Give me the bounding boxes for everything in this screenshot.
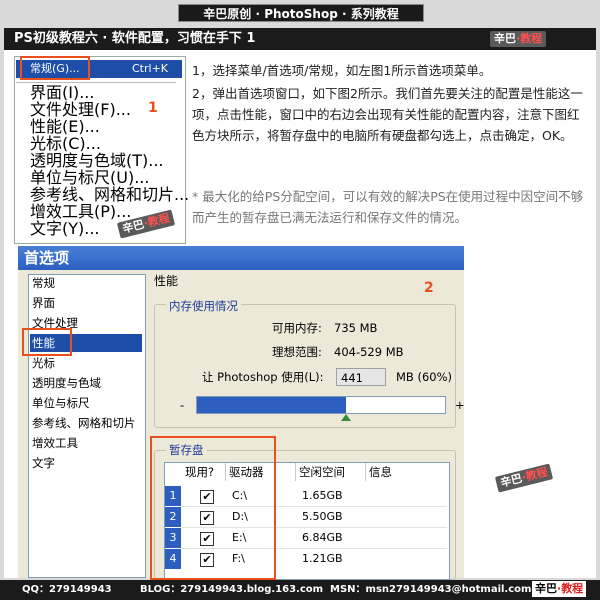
watermark-logo: 辛巴·教程 (490, 31, 547, 47)
memory-use-input[interactable]: 441 (336, 368, 386, 386)
column-header-info[interactable]: 信息 (366, 463, 446, 481)
available-ram-value: 735 MB (334, 321, 378, 335)
instruction-step-1: 1，选择菜单/首选项/常规，如左图1所示首选项菜单。 (192, 63, 492, 78)
footer-qq: QQ：279149943 (22, 584, 112, 595)
sidebar-item-plugins[interactable]: 增效工具 (32, 434, 78, 452)
menu-item[interactable]: 性能(E)... (30, 119, 100, 135)
menu-item[interactable]: 参考线、网格和切片... (30, 187, 189, 203)
sidebar-item-units[interactable]: 单位与标尺 (32, 394, 90, 412)
sidebar-item-type[interactable]: 文字 (32, 454, 55, 472)
free-space: 1.65GB (302, 489, 343, 502)
instruction-step-2: 2，弹出首选项窗口，如下图2所示。我们首先要关注的配置是性能这一项，点击性能，窗… (192, 86, 583, 143)
page-heading: PS初级教程六 · 软件配置，习惯在手下 1 (14, 31, 256, 46)
slider-plus: + (455, 398, 465, 412)
step-marker-2: 2 (424, 280, 434, 296)
menu-item[interactable]: 增效工具(P)... (30, 204, 131, 220)
instruction-note: * 最大化的给PS分配空间，可以有效的解决PS在使用过程中因空间不够而产生的暂存… (192, 189, 584, 225)
top-title: 辛巴原创 · PhotoShop · 系列教程 (178, 4, 424, 22)
highlight-box (20, 56, 90, 80)
memory-use-label: 让 Photoshop 使用(L): (202, 370, 324, 384)
menu-item[interactable]: 文字(Y)... (30, 221, 100, 237)
menu-item[interactable]: 单位与标尺(U)... (30, 170, 149, 186)
available-ram-label: 可用内存: (272, 321, 322, 335)
step-marker-1: 1 (148, 100, 158, 116)
memory-use-unit: MB (60%) (396, 370, 453, 384)
sidebar-item-transparency[interactable]: 透明度与色域 (32, 374, 101, 392)
sidebar-item-guides[interactable]: 参考线、网格和切片 (32, 414, 136, 432)
preferences-title: 首选项 (24, 249, 70, 267)
column-header-free-space[interactable]: 空闲空间 (296, 463, 366, 481)
free-space: 6.84GB (302, 531, 343, 544)
highlight-box (150, 436, 276, 580)
section-title: 性能 (154, 274, 179, 288)
footer-blog: BLOG：279149943.blog.163.com (140, 584, 324, 595)
preferences-titlebar: 首选项 (18, 246, 464, 270)
menu-item[interactable]: 界面(I)... (30, 85, 94, 101)
menu-item[interactable]: 透明度与色域(T)... (30, 153, 164, 169)
ideal-range-value: 404-529 MB (334, 345, 404, 359)
menu-item[interactable]: 文件处理(F)... (30, 102, 131, 118)
menu-item-general-shortcut: Ctrl+K (132, 62, 169, 75)
memory-usage-legend: 内存使用情况 (166, 298, 241, 314)
sidebar-item-interface[interactable]: 界面 (32, 294, 55, 312)
ideal-range-label: 理想范围: (272, 345, 322, 359)
memory-slider-thumb[interactable] (341, 414, 351, 421)
menu-item[interactable]: 光标(C)... (30, 136, 101, 152)
free-space: 1.21GB (302, 552, 343, 565)
slider-minus: - (180, 398, 185, 412)
free-space: 5.50GB (302, 510, 343, 523)
memory-slider-fill (197, 397, 346, 413)
footer-msn: MSN：msn279149943@hotmail.com (330, 584, 532, 595)
heading-bar: PS初级教程六 · 软件配置，习惯在手下 1 辛巴·教程 (4, 28, 596, 50)
sidebar-item-cursors[interactable]: 光标 (32, 354, 55, 372)
footer-brand-logo: 辛巴·教程 (532, 581, 587, 597)
highlight-box (22, 328, 72, 356)
sidebar-item-general[interactable]: 常规 (32, 274, 55, 292)
